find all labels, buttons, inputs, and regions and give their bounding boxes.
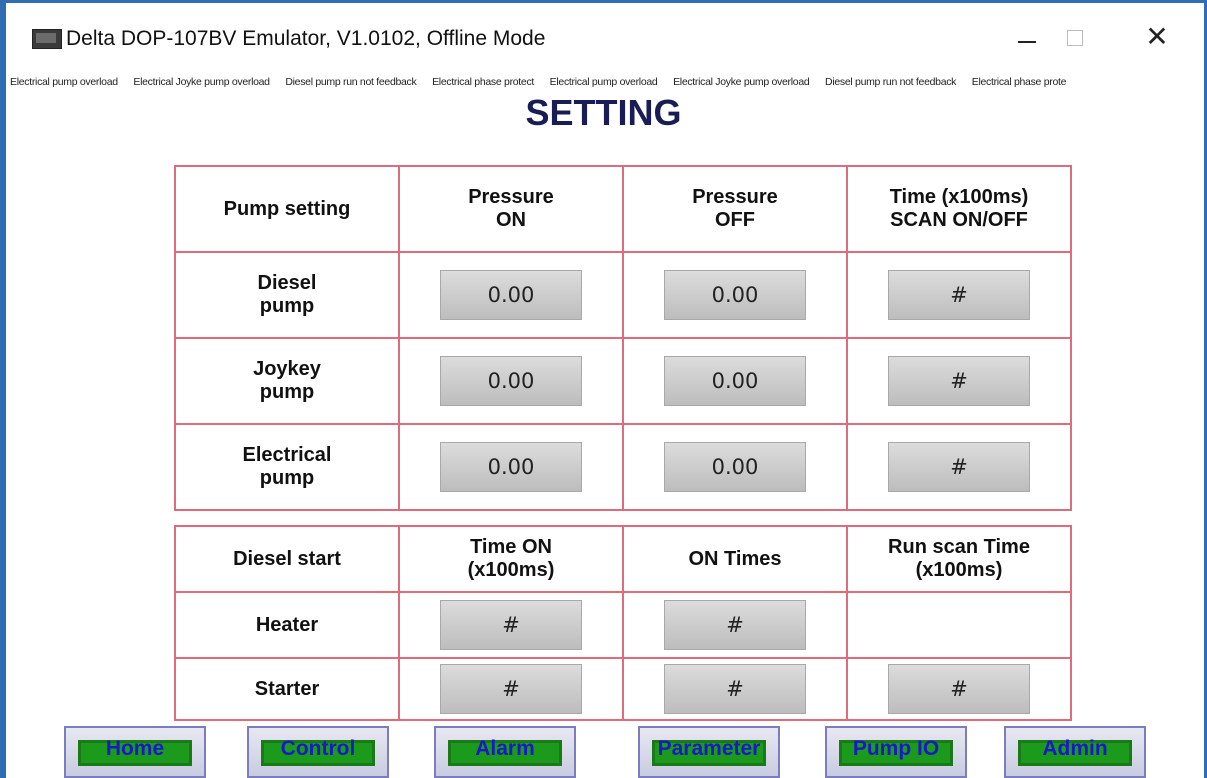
heater-time-on-input[interactable]: # <box>440 600 582 650</box>
nav-admin-label: Admin <box>1042 737 1108 760</box>
diesel-start-header: Diesel start <box>174 525 400 593</box>
minimize-icon <box>1018 41 1036 43</box>
nav-parameter-label: Parameter <box>657 737 761 760</box>
run-scan-time-header: Run scan Time (x100ms) <box>846 525 1072 593</box>
starter-time-on-input[interactable]: # <box>440 664 582 714</box>
nav-home-label: Home <box>105 737 165 760</box>
maximize-button[interactable] <box>1052 17 1098 57</box>
heater-run-scan-empty <box>846 591 1072 659</box>
diesel-start-table: Diesel start Time ON (x100ms) ON Times R… <box>174 525 1072 721</box>
row-label-electrical-pump: Electrical pump <box>174 423 400 511</box>
row-label-diesel-pump: Diesel pump <box>174 251 400 339</box>
alarm-ticker-item: Electrical phase prote <box>971 76 1067 88</box>
row-label-starter: Starter <box>174 657 400 721</box>
alarm-ticker-item: Electrical phase protect <box>432 76 535 88</box>
nav-admin-button[interactable]: Admin <box>1004 726 1146 778</box>
row-label-heater: Heater <box>174 591 400 659</box>
alarm-ticker-item: Diesel pump run not feedback <box>285 76 417 88</box>
table-row: Starter # # # <box>174 657 1072 721</box>
alarm-ticker-item: Electrical Joyke pump overload <box>673 76 810 88</box>
close-button[interactable]: ✕ <box>1134 17 1180 57</box>
table-row: Joykey pump 0.00 0.00 # <box>174 337 1072 425</box>
nav-alarm-label: Alarm <box>475 737 535 760</box>
alarm-ticker-item: Electrical pump overload <box>10 76 118 88</box>
title-bar[interactable]: Delta DOP-107BV Emulator, V1.0102, Offli… <box>6 3 1204 61</box>
electrical-pressure-on-input[interactable]: 0.00 <box>440 442 582 492</box>
table-row: Electrical pump 0.00 0.00 # <box>174 423 1072 511</box>
starter-run-scan-input[interactable]: # <box>888 664 1030 714</box>
nav-control-label: Control <box>280 737 356 760</box>
pressure-on-header: Pressure ON <box>398 165 624 253</box>
nav-pump-io-label: Pump IO <box>852 737 940 760</box>
joykey-pressure-off-input[interactable]: 0.00 <box>664 356 806 406</box>
maximize-icon <box>1067 30 1083 46</box>
table-row: Heater # # <box>174 591 1072 659</box>
nav-control-button[interactable]: Control <box>247 726 389 778</box>
table-header-row: Pump setting Pressure ON Pressure OFF Ti… <box>174 165 1072 253</box>
table-row: Diesel pump 0.00 0.00 # <box>174 251 1072 339</box>
on-times-header: ON Times <box>622 525 848 593</box>
starter-on-times-input[interactable]: # <box>664 664 806 714</box>
alarm-ticker-item: Diesel pump run not feedback <box>825 76 957 88</box>
joykey-pressure-on-input[interactable]: 0.00 <box>440 356 582 406</box>
alarm-ticker-item: Electrical Joyke pump overload <box>133 76 270 88</box>
pump-setting-table: Pump setting Pressure ON Pressure OFF Ti… <box>174 165 1072 511</box>
row-label-joykey-pump: Joykey pump <box>174 337 400 425</box>
electrical-time-input[interactable]: # <box>888 442 1030 492</box>
electrical-pressure-off-input[interactable]: 0.00 <box>664 442 806 492</box>
pressure-off-header: Pressure OFF <box>622 165 848 253</box>
page-title: SETTING <box>525 92 682 133</box>
minimize-button[interactable] <box>1004 17 1050 57</box>
nav-parameter-button[interactable]: Parameter <box>638 726 780 778</box>
diesel-pressure-on-input[interactable]: 0.00 <box>440 270 582 320</box>
joykey-time-input[interactable]: # <box>888 356 1030 406</box>
nav-home-button[interactable]: Home <box>64 726 206 778</box>
table-header-row: Diesel start Time ON (x100ms) ON Times R… <box>174 525 1072 593</box>
alarm-ticker: Electrical pump overload Electrical Joyk… <box>6 76 1204 90</box>
diesel-pressure-off-input[interactable]: 0.00 <box>664 270 806 320</box>
app-window-icon <box>32 29 62 49</box>
time-on-header: Time ON (x100ms) <box>398 525 624 593</box>
nav-pump-io-button[interactable]: Pump IO <box>825 726 967 778</box>
diesel-time-input[interactable]: # <box>888 270 1030 320</box>
close-icon: ✕ <box>1145 21 1169 52</box>
heater-on-times-input[interactable]: # <box>664 600 806 650</box>
alarm-ticker-item: Electrical pump overload <box>549 76 658 88</box>
window-title: Delta DOP-107BV Emulator, V1.0102, Offli… <box>66 27 546 50</box>
nav-alarm-button[interactable]: Alarm <box>434 726 576 778</box>
pump-setting-header: Pump setting <box>174 165 400 253</box>
time-scan-header: Time (x100ms) SCAN ON/OFF <box>846 165 1072 253</box>
